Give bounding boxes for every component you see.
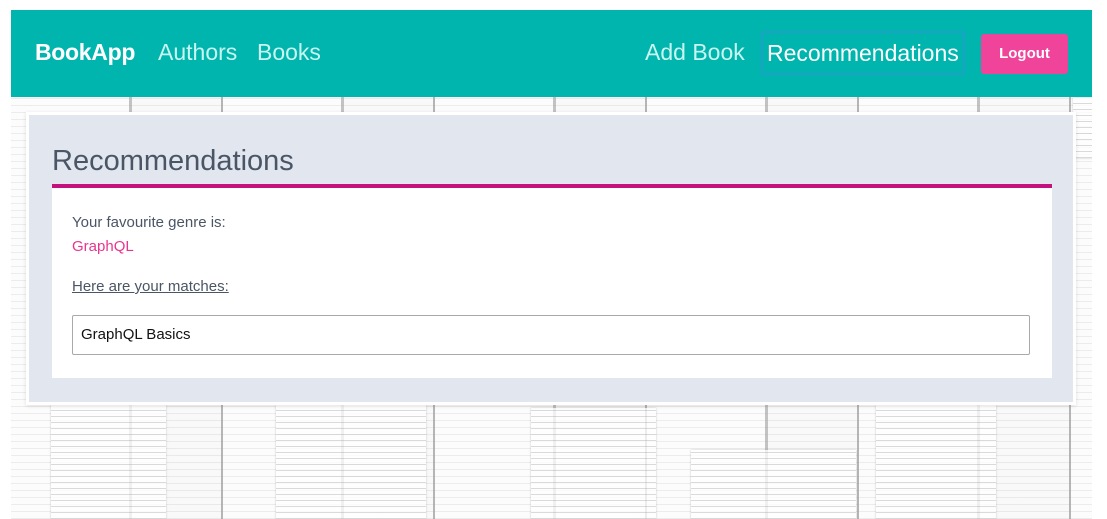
nav-link-add-book[interactable]: Add Book	[645, 39, 745, 66]
recommendations-panel: Your favourite genre is: GraphQL Here ar…	[52, 188, 1052, 378]
background-page	[691, 450, 856, 519]
background-page	[276, 405, 426, 519]
background-page	[531, 408, 656, 519]
nav-link-recommendations[interactable]: Recommendations	[761, 31, 965, 75]
matches-heading: Here are your matches:	[72, 278, 229, 295]
favourite-genre-value: GraphQL	[72, 238, 134, 255]
app-viewport: BookApp Authors Books Add Book Recommend…	[11, 10, 1092, 519]
brand-logo-link[interactable]: BookApp	[35, 39, 135, 66]
background-page	[51, 405, 166, 519]
nav-link-authors[interactable]: Authors	[158, 39, 237, 66]
favourite-genre-label: Your favourite genre is:	[72, 214, 226, 231]
background-page	[1073, 98, 1092, 158]
top-navbar: BookApp Authors Books Add Book Recommend…	[11, 10, 1092, 97]
page-title: Recommendations	[52, 145, 294, 177]
recommendations-card: Recommendations Your favourite genre is:…	[29, 115, 1073, 402]
nav-link-books[interactable]: Books	[257, 39, 321, 66]
match-list-item[interactable]: GraphQL Basics	[72, 315, 1030, 355]
background-page	[876, 405, 996, 519]
logout-button[interactable]: Logout	[981, 34, 1068, 74]
